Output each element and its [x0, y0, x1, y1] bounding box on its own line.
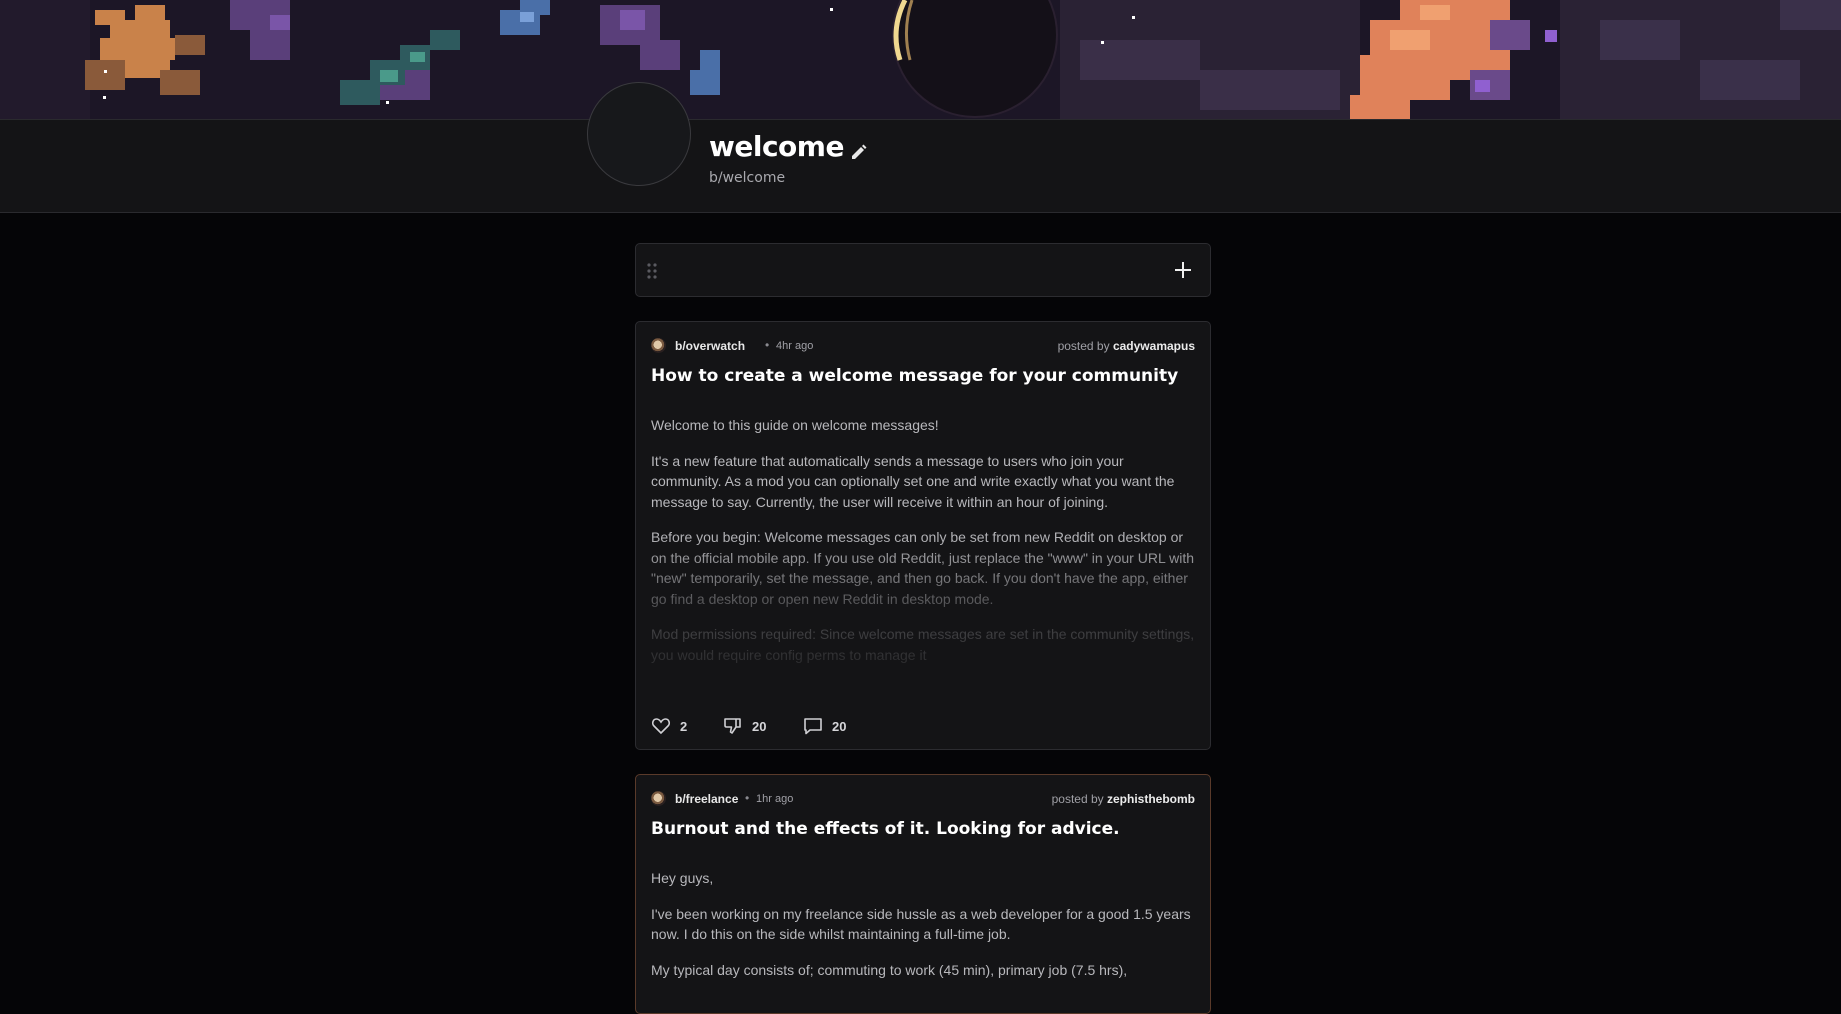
- post-body: Welcome to this guide on welcome message…: [651, 415, 1195, 680]
- post-paragraph: I've been working on my freelance side h…: [651, 905, 1191, 943]
- post-paragraph: Mod permissions required: Since welcome …: [651, 626, 1195, 663]
- community-handle: b/welcome: [709, 170, 786, 186]
- drag-handle-icon[interactable]: [646, 262, 658, 280]
- post-paragraph: Before you begin: Welcome messages can o…: [651, 529, 1194, 607]
- author-link[interactable]: zephisthebomb: [1107, 792, 1195, 806]
- heart-icon: [651, 718, 671, 735]
- subreddit-icon: [651, 791, 666, 806]
- post-card[interactable]: b/freelance • 1hr ago posted by zephisth…: [635, 774, 1211, 1014]
- post-time: 1hr ago: [756, 793, 794, 805]
- subreddit-icon: [651, 338, 666, 353]
- subreddit-link[interactable]: b/freelance: [675, 792, 738, 806]
- community-header: [0, 119, 1841, 213]
- post-title[interactable]: Burnout and the effects of it. Looking f…: [651, 819, 1195, 839]
- author-link[interactable]: cadywamapus: [1113, 339, 1195, 353]
- post-time: 4hr ago: [776, 340, 814, 352]
- community-avatar[interactable]: [587, 82, 691, 186]
- post-title[interactable]: How to create a welcome message for your…: [651, 366, 1195, 386]
- separator-dot: •: [745, 791, 750, 805]
- post-actions: 2 20 20: [651, 714, 1195, 738]
- like-count: 2: [680, 719, 688, 734]
- pencil-icon[interactable]: [848, 142, 870, 164]
- post-card[interactable]: b/overwatch • 4hr ago posted by cadywama…: [635, 321, 1211, 750]
- community-title: welcome: [709, 130, 844, 163]
- comments-button[interactable]: 20: [803, 714, 853, 736]
- dislike-count: 20: [752, 719, 767, 734]
- post-paragraph: My typical day consists of; commuting to…: [651, 961, 1128, 978]
- separator-dot: •: [765, 338, 770, 352]
- post-meta: b/freelance • 1hr ago posted by zephisth…: [651, 790, 1195, 808]
- community-banner: [0, 0, 1841, 119]
- subreddit-link[interactable]: b/overwatch: [675, 339, 745, 353]
- post-paragraph: Welcome to this guide on welcome message…: [651, 417, 939, 433]
- posted-by: posted by zephisthebomb: [1051, 792, 1195, 806]
- comment-count: 20: [832, 719, 847, 734]
- post-body: Hey guys, I've been working on my freela…: [651, 868, 1195, 995]
- post-paragraph: It's a new feature that automatically se…: [651, 452, 1175, 510]
- like-button[interactable]: 2: [651, 714, 691, 736]
- comment-icon: [804, 718, 822, 735]
- post-paragraph: Hey guys,: [651, 870, 714, 886]
- thumbs-down-icon: [724, 718, 741, 734]
- post-meta: b/overwatch • 4hr ago posted by cadywama…: [651, 337, 1195, 355]
- plus-icon[interactable]: [1172, 259, 1194, 281]
- posted-by: posted by cadywamapus: [1057, 339, 1195, 353]
- add-widget-bar: [635, 243, 1211, 297]
- dislike-button[interactable]: 20: [723, 714, 773, 736]
- banner-artwork: [0, 0, 1841, 119]
